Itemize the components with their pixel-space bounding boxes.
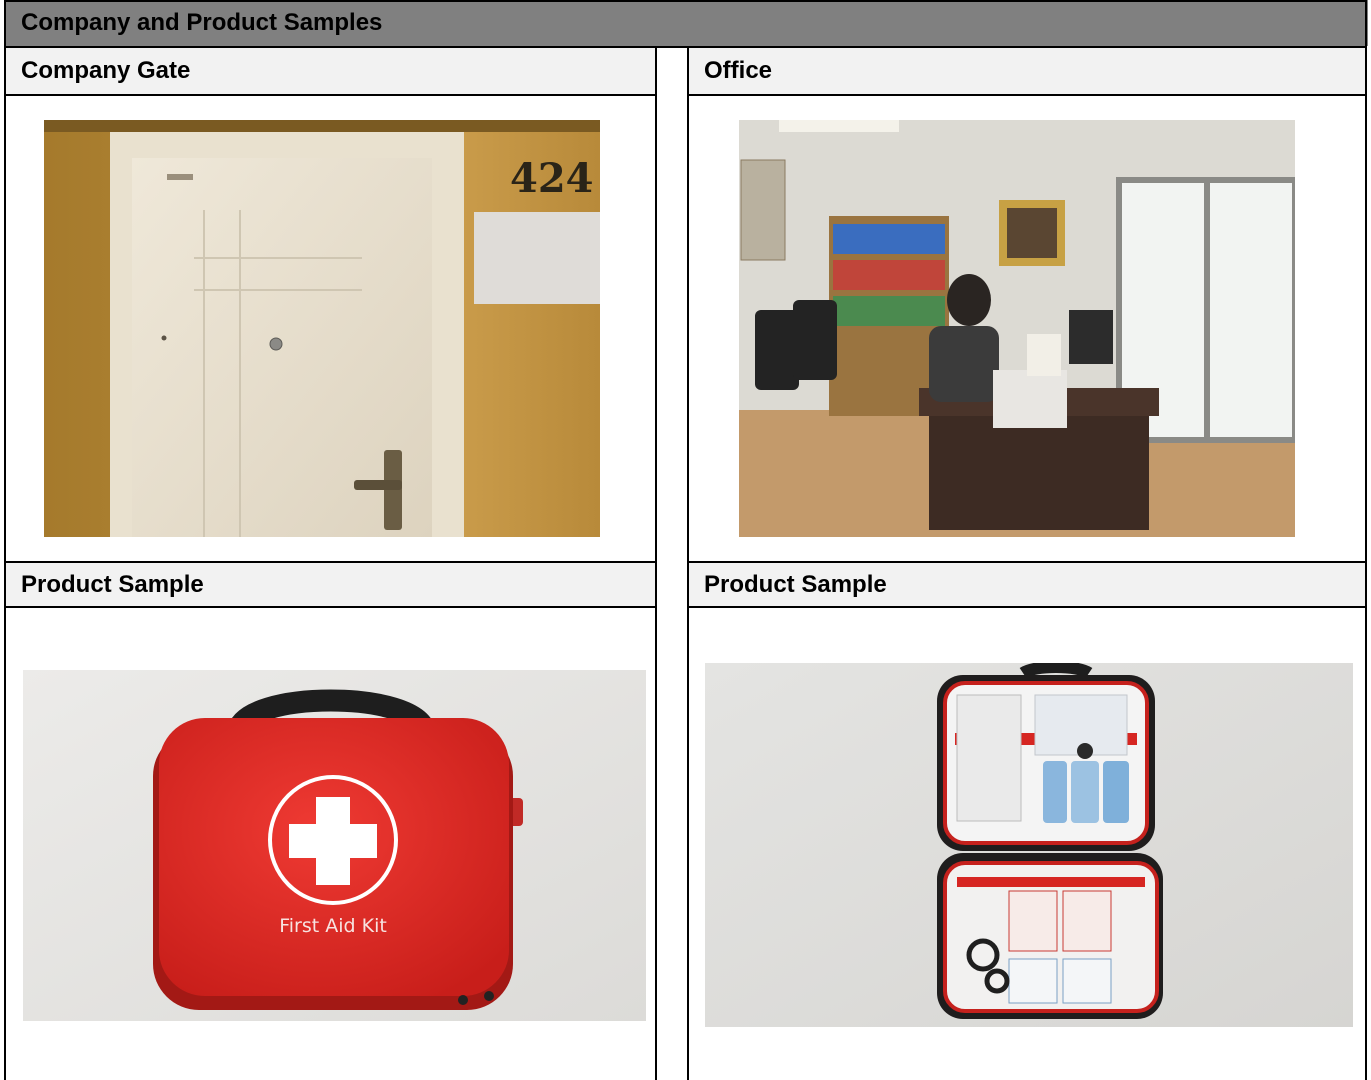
table-border <box>655 46 657 1080</box>
door-number-sign: 424 <box>510 155 594 202</box>
cell-label-product-sample-open: Product Sample <box>704 571 887 598</box>
cell-label-office: Office <box>704 57 773 84</box>
first-aid-kit-closed-photo: First Aid Kit <box>23 670 646 1021</box>
table-border <box>687 606 1367 608</box>
table-border <box>687 46 689 1080</box>
table-border <box>4 46 1367 48</box>
first-aid-kit-open-photo <box>705 663 1353 1027</box>
table-border <box>687 94 1367 96</box>
cell-header-bg <box>689 47 1366 94</box>
table-border <box>4 0 1367 2</box>
table-border <box>1365 0 1367 1080</box>
table-border <box>4 94 657 96</box>
kit-label-text: First Aid Kit <box>279 915 387 937</box>
table-border <box>687 561 1367 563</box>
cell-label-product-sample-closed: Product Sample <box>21 571 204 598</box>
office-photo <box>739 120 1295 537</box>
table-title: Company and Product Samples <box>21 9 383 36</box>
table-border <box>4 561 657 563</box>
cell-label-company-gate: Company Gate <box>21 57 191 84</box>
table-border <box>4 606 657 608</box>
table-border <box>4 0 6 1080</box>
company-gate-photo: 424 <box>44 120 600 537</box>
